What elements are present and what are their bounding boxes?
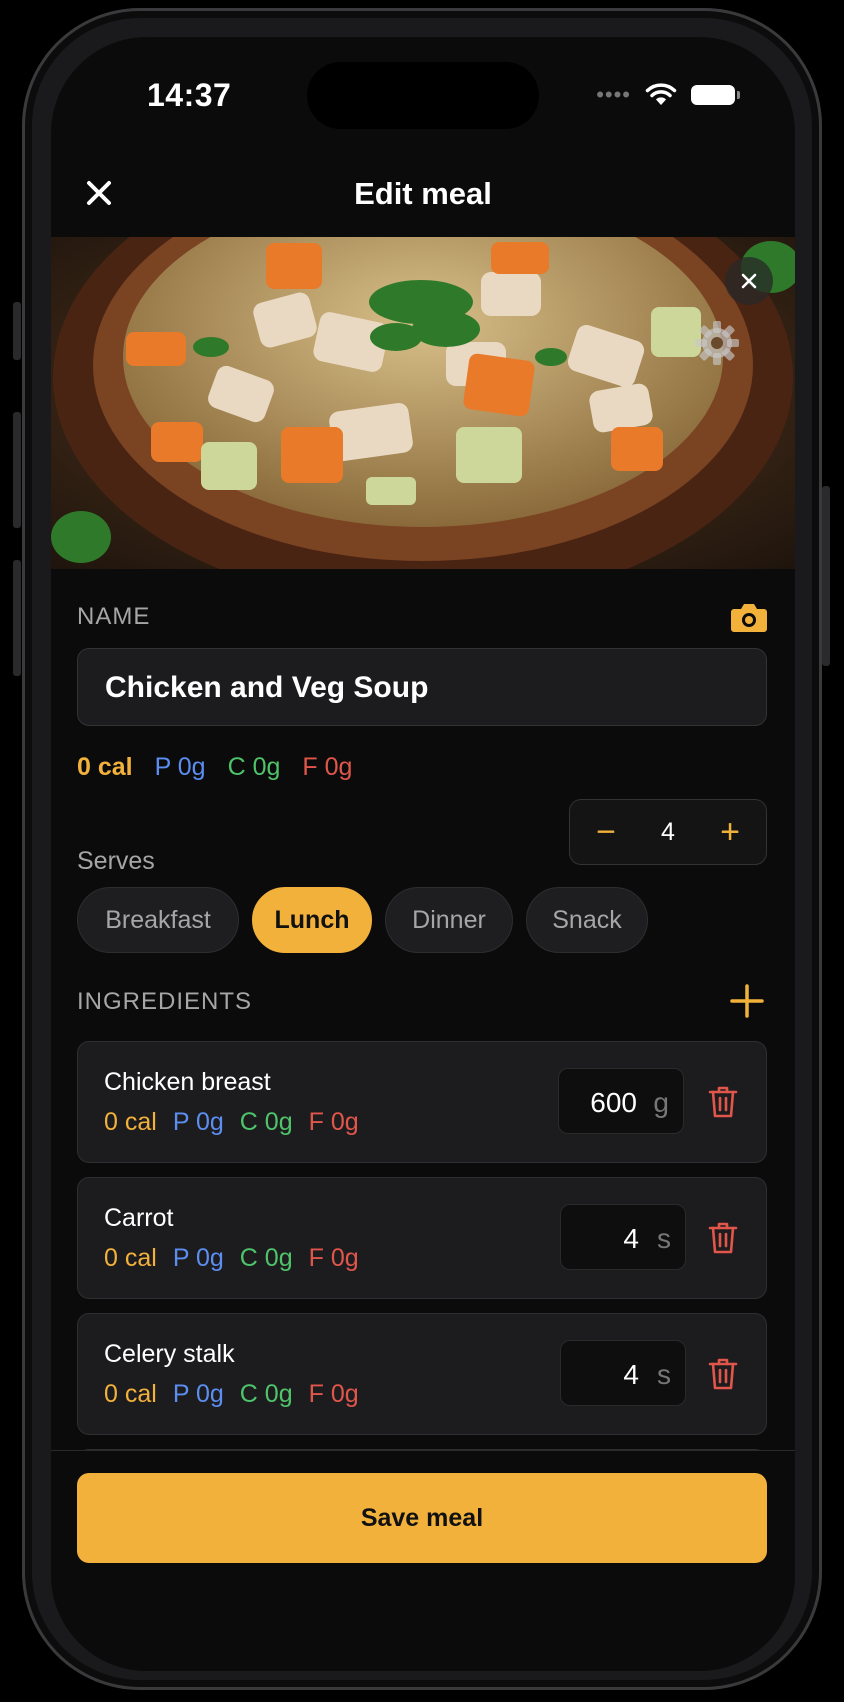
quantity-input[interactable]: 4 s bbox=[560, 1340, 686, 1406]
chip-lunch[interactable]: Lunch bbox=[252, 887, 372, 953]
calories-value: 0 cal bbox=[104, 1108, 157, 1136]
meal-type-selector: Breakfast Lunch Dinner Snack bbox=[77, 887, 648, 953]
ingredient-name: Carrot bbox=[104, 1204, 174, 1232]
power-button bbox=[822, 486, 830, 666]
screen: 14:37 •••• Edit meal NAME Chicken and Ve… bbox=[51, 37, 795, 1671]
wifi-icon bbox=[645, 83, 677, 105]
chip-snack[interactable]: Snack bbox=[526, 887, 648, 953]
protein-value: P 0g bbox=[172, 1380, 224, 1408]
quantity-input[interactable]: 4 s bbox=[560, 1204, 686, 1270]
protein-value: P 0g bbox=[172, 1244, 224, 1272]
add-ingredient-plus-icon[interactable] bbox=[729, 983, 765, 1019]
serves-label: Serves bbox=[77, 847, 155, 875]
quantity-unit: g bbox=[653, 1087, 669, 1118]
carbs-value: C 0g bbox=[239, 1244, 293, 1272]
carbs-value: C 0g bbox=[227, 753, 281, 781]
action-button bbox=[13, 302, 21, 360]
calories-value: 0 cal bbox=[77, 753, 133, 781]
status-time: 14:37 bbox=[147, 77, 232, 113]
calories-value: 0 cal bbox=[104, 1380, 157, 1408]
quantity-unit: s bbox=[657, 1359, 671, 1390]
plus-icon[interactable]: + bbox=[714, 813, 746, 852]
name-label: NAME bbox=[77, 603, 151, 630]
serves-stepper: − 4 + bbox=[569, 799, 767, 865]
trash-icon[interactable] bbox=[708, 1221, 738, 1255]
ingredients-label: INGREDIENTS bbox=[77, 988, 253, 1015]
gear-icon bbox=[695, 321, 739, 365]
ingredient-name: Celery stalk bbox=[104, 1340, 235, 1368]
bottom-bar: Save meal bbox=[51, 1450, 795, 1671]
ingredient-row: Celery stalk 0 cal P 0g C 0g F 0g 4 s bbox=[77, 1313, 767, 1435]
quantity-value: 4 bbox=[623, 1359, 639, 1390]
chip-dinner[interactable]: Dinner bbox=[385, 887, 513, 953]
fat-value: F 0g bbox=[308, 1244, 359, 1272]
trash-icon[interactable] bbox=[708, 1357, 738, 1391]
ingredient-row: Carrot 0 cal P 0g C 0g F 0g 4 s bbox=[77, 1177, 767, 1299]
status-icons: •••• bbox=[596, 82, 740, 107]
quantity-value: 600 bbox=[590, 1087, 637, 1118]
volume-down-button bbox=[13, 560, 21, 676]
battery-icon bbox=[691, 85, 740, 105]
carbs-value: C 0g bbox=[239, 1380, 293, 1408]
meal-photo bbox=[51, 237, 795, 569]
camera-icon[interactable] bbox=[730, 601, 768, 633]
meal-name-input[interactable]: Chicken and Veg Soup bbox=[77, 648, 767, 726]
ingredient-row: Chicken breast 0 cal P 0g C 0g F 0g 600 … bbox=[77, 1041, 767, 1163]
close-icon bbox=[741, 273, 757, 289]
quantity-input[interactable]: 600 g bbox=[558, 1068, 684, 1134]
soup-bowl-image bbox=[51, 237, 795, 569]
ingredient-macros: 0 cal P 0g C 0g F 0g bbox=[104, 1244, 359, 1273]
save-meal-button[interactable]: Save meal bbox=[77, 1473, 767, 1563]
page-title: Edit meal bbox=[354, 176, 492, 211]
fat-value: F 0g bbox=[308, 1108, 359, 1136]
calories-value: 0 cal bbox=[104, 1244, 157, 1272]
ingredient-macros: 0 cal P 0g C 0g F 0g bbox=[104, 1380, 359, 1409]
volume-up-button bbox=[13, 412, 21, 528]
signal-icon: •••• bbox=[596, 82, 631, 107]
serves-value: 4 bbox=[661, 817, 675, 846]
trash-icon[interactable] bbox=[708, 1085, 738, 1119]
fat-value: F 0g bbox=[302, 753, 353, 781]
chip-breakfast[interactable]: Breakfast bbox=[77, 887, 239, 953]
dynamic-island bbox=[307, 62, 539, 129]
quantity-value: 4 bbox=[623, 1223, 639, 1254]
protein-value: P 0g bbox=[172, 1108, 224, 1136]
meal-macros: 0 cal P 0g C 0g F 0g bbox=[77, 753, 352, 782]
protein-value: P 0g bbox=[154, 753, 206, 781]
carbs-value: C 0g bbox=[239, 1108, 293, 1136]
quantity-unit: s bbox=[657, 1223, 671, 1254]
remove-photo-button[interactable] bbox=[725, 257, 773, 305]
fat-value: F 0g bbox=[308, 1380, 359, 1408]
minus-icon[interactable]: − bbox=[590, 813, 622, 852]
ingredient-name: Chicken breast bbox=[104, 1068, 271, 1096]
home-indicator bbox=[305, 1627, 541, 1633]
ingredient-macros: 0 cal P 0g C 0g F 0g bbox=[104, 1108, 359, 1137]
